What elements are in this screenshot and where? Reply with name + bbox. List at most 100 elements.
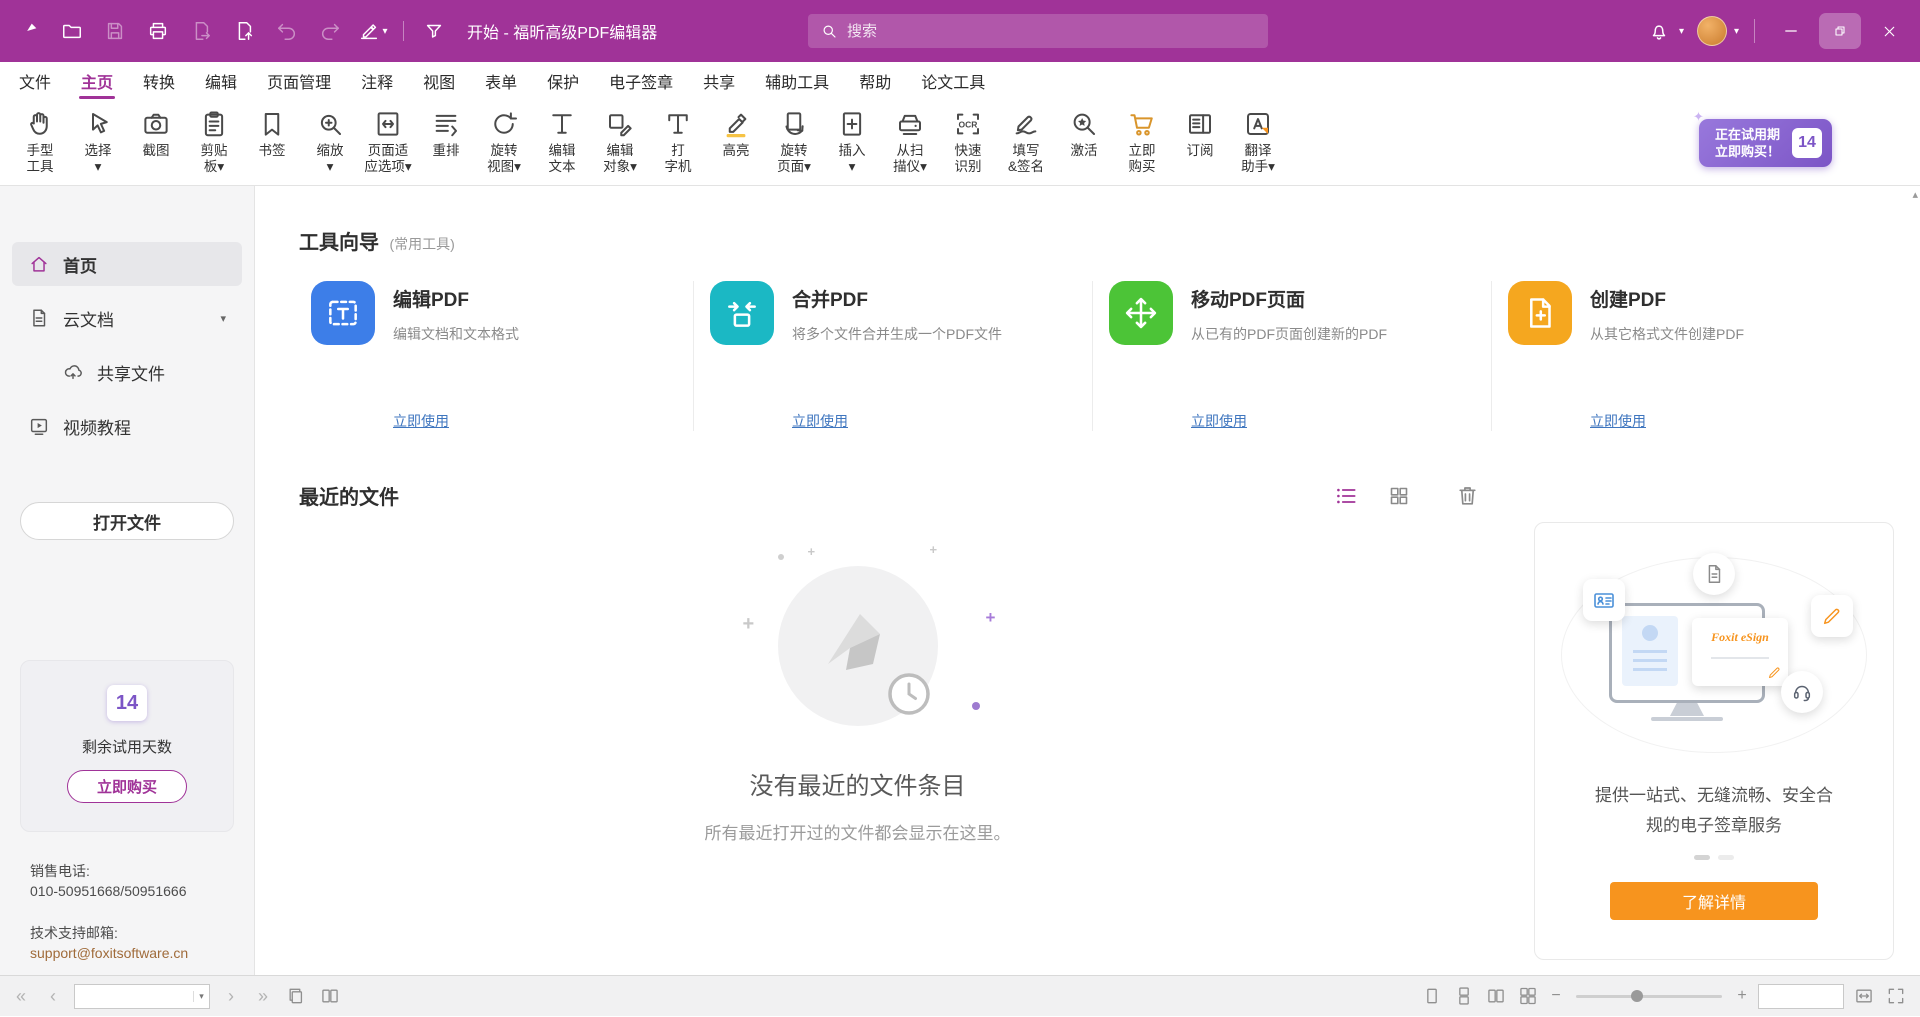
snapshot-page-button[interactable] [284, 984, 308, 1008]
tool-card-edit-pdf[interactable]: 编辑PDF编辑文档和文本格式立即使用 [299, 281, 693, 431]
carousel-dot-2[interactable] [1718, 855, 1734, 860]
sidebar-buy-now-button[interactable]: 立即购买 [67, 770, 187, 803]
save-file-button[interactable] [102, 18, 128, 44]
menu-item[interactable]: 注释 [346, 62, 408, 100]
page-number-input[interactable] [75, 989, 193, 1004]
last-page-button[interactable]: » [252, 987, 274, 1005]
select-button[interactable]: 选择▾ [74, 108, 122, 175]
notifications-button[interactable] [1646, 18, 1672, 44]
bookmark-button[interactable]: 书签 [248, 108, 296, 159]
folder-icon [61, 20, 83, 42]
quick-sign-button[interactable]: ▾ [360, 18, 386, 44]
menu-item[interactable]: 转换 [128, 62, 190, 100]
support-email-link[interactable]: support@foxitsoftware.cn [30, 943, 188, 963]
collapse-toolbar-button[interactable] [421, 18, 447, 44]
rotate-pages-button[interactable]: 旋转页面▾ [770, 108, 818, 175]
minimize-button[interactable] [1770, 13, 1812, 49]
chevron-down-icon[interactable]: ▾ [220, 312, 226, 325]
share-doc-button[interactable] [231, 18, 257, 44]
edit-text-button[interactable]: 编辑文本 [538, 108, 586, 175]
redo-button[interactable] [317, 18, 343, 44]
menu-item[interactable]: 论文工具 [906, 62, 1000, 100]
menu-item[interactable]: 页面管理 [252, 62, 346, 100]
undo-button[interactable] [274, 18, 300, 44]
grid-view-button[interactable] [1387, 484, 1411, 508]
menu-item[interactable]: 辅助工具 [750, 62, 844, 100]
export-doc-button[interactable] [188, 18, 214, 44]
app-logo-button[interactable] [16, 18, 42, 44]
subscribe-button[interactable]: 订阅 [1176, 108, 1224, 159]
layout-continuous-button[interactable] [1452, 984, 1476, 1008]
fill-sign-button[interactable]: 填写&签名 [1002, 108, 1050, 175]
learn-more-button[interactable]: 了解详情 [1610, 882, 1818, 920]
user-avatar[interactable] [1697, 16, 1727, 46]
zoom-out-button[interactable]: − [1548, 987, 1564, 1005]
page-fit-options-button[interactable]: 页面适应选项▾ [364, 108, 412, 175]
reflow-button[interactable]: 重排 [422, 108, 470, 159]
tool-card-merge-pdf[interactable]: 合并PDF将多个文件合并生成一个PDF文件立即使用 [693, 281, 1092, 431]
print-button[interactable] [145, 18, 171, 44]
use-now-link[interactable]: 立即使用 [1590, 411, 1646, 431]
edit-object-button[interactable]: 编辑对象▾ [596, 108, 644, 175]
highlight-button[interactable]: 高亮 [712, 108, 760, 159]
search-bar[interactable] [808, 14, 1268, 48]
layout-single-button[interactable] [1420, 984, 1444, 1008]
previous-page-button[interactable]: ‹ [42, 987, 64, 1005]
hand-tool-button[interactable]: 手型工具 [16, 108, 64, 175]
clear-recent-button[interactable] [1455, 483, 1480, 508]
typewriter-button[interactable]: 打字机 [654, 108, 702, 175]
layout-facing-button[interactable] [1484, 984, 1508, 1008]
open-file-button[interactable] [59, 18, 85, 44]
menu-item[interactable]: 视图 [408, 62, 470, 100]
menu-item[interactable]: 共享 [688, 62, 750, 100]
open-file-button[interactable]: 打开文件 [20, 502, 234, 540]
first-page-button[interactable]: « [10, 987, 32, 1005]
layout-book-button[interactable] [1516, 984, 1540, 1008]
menu-item[interactable]: 主页 [66, 62, 128, 100]
insert-pages-button[interactable]: 插入▾ [828, 108, 876, 175]
restore-button[interactable] [1819, 13, 1861, 49]
buy-now-button[interactable]: 立即购买 [1118, 108, 1166, 175]
next-page-button[interactable]: › [220, 987, 242, 1005]
zoom-level-input[interactable] [1758, 984, 1844, 1009]
zoom-button[interactable]: 缩放▾ [306, 108, 354, 175]
zoom-slider-thumb[interactable] [1631, 990, 1643, 1002]
menu-item[interactable]: 表单 [470, 62, 532, 100]
list-view-button[interactable] [1333, 483, 1359, 509]
sidebar-item-video-tutorials[interactable]: 视频教程 [12, 404, 242, 448]
facing-page-button[interactable] [318, 984, 342, 1008]
snapshot-button[interactable]: 截图 [132, 108, 180, 159]
page-dropdown-caret-icon[interactable]: ▾ [193, 991, 209, 1002]
scrollbar-up-arrow[interactable]: ▴ [1912, 188, 1918, 201]
menu-item[interactable]: 电子签章 [594, 62, 688, 100]
menu-item[interactable]: 编辑 [190, 62, 252, 100]
notifications-caret-icon[interactable]: ▾ [1679, 26, 1684, 37]
translate-assistant-button[interactable]: 翻译助手▾ [1234, 108, 1282, 175]
clipboard-button[interactable]: 剪贴板▾ [190, 108, 238, 175]
tool-card-move-pdf[interactable]: 移动PDF页面从已有的PDF页面创建新的PDF立即使用 [1092, 281, 1491, 431]
carousel-dot-1[interactable] [1694, 855, 1710, 860]
zoom-slider[interactable] [1576, 995, 1722, 998]
sidebar-item-cloud-docs[interactable]: 云文档▾ [12, 296, 242, 340]
quick-ocr-button[interactable]: OCR快速识别 [944, 108, 992, 175]
fit-width-button[interactable] [1852, 984, 1876, 1008]
fullscreen-button[interactable] [1884, 984, 1908, 1008]
search-input[interactable] [847, 23, 1256, 40]
rotate-view-button[interactable]: 旋转视图▾ [480, 108, 528, 175]
menu-item[interactable]: 文件 [4, 62, 66, 100]
activate-button[interactable]: 激活 [1060, 108, 1108, 159]
menu-item[interactable]: 保护 [532, 62, 594, 100]
monitor-graphic: Foxit eSign [1609, 603, 1765, 703]
use-now-link[interactable]: 立即使用 [1191, 411, 1247, 431]
trial-purchase-badge[interactable]: ✦ 正在试用期 立即购买！ 14 [1699, 119, 1832, 167]
menu-item[interactable]: 帮助 [844, 62, 906, 100]
sidebar-item-shared-files[interactable]: 共享文件 [46, 350, 242, 394]
sidebar-item-home[interactable]: 首页 [12, 242, 242, 286]
use-now-link[interactable]: 立即使用 [792, 411, 848, 431]
from-scanner-button[interactable]: 从扫描仪▾ [886, 108, 934, 175]
close-button[interactable] [1868, 13, 1910, 49]
account-caret-icon[interactable]: ▾ [1734, 26, 1739, 37]
zoom-in-button[interactable]: + [1734, 987, 1750, 1005]
tool-card-create-pdf[interactable]: 创建PDF从其它格式文件创建PDF立即使用 [1491, 281, 1890, 431]
use-now-link[interactable]: 立即使用 [393, 411, 449, 431]
